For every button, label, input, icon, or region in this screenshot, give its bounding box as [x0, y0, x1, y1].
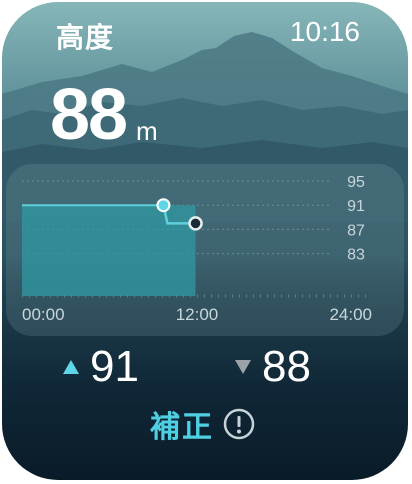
- max-altitude-stat: 91: [62, 342, 139, 392]
- triangle-down-icon: [235, 360, 251, 374]
- info-icon[interactable]: [222, 407, 256, 441]
- watch-screen: 高度 10:16 88 m 95 91 87 83 00:00 12:00 24:00 91…: [2, 2, 408, 480]
- x-tick-label: 24:00: [329, 305, 372, 324]
- max-altitude-value: 91: [90, 342, 139, 391]
- calibrate-button[interactable]: 補正: [150, 402, 256, 446]
- altitude-value: 88: [50, 75, 128, 155]
- clock-time: 10:16: [289, 16, 360, 47]
- y-tick-label: 83: [347, 247, 365, 264]
- y-tick-label: 95: [347, 174, 365, 191]
- x-tick-label: 00:00: [22, 305, 65, 324]
- current-point-marker: [188, 216, 203, 231]
- altitude-chart-card: 95 91 87 83 00:00 12:00 24:00: [6, 164, 404, 336]
- calibrate-label: 補正: [150, 410, 214, 445]
- altitude-area: [22, 205, 196, 296]
- y-tick-label: 87: [347, 222, 365, 239]
- altitude-chart: 95 91 87 83 00:00 12:00 24:00: [22, 174, 372, 324]
- triangle-up-icon: [63, 360, 79, 374]
- x-tick-label: 12:00: [176, 305, 219, 324]
- altitude-unit: m: [136, 116, 158, 146]
- min-altitude-stat: 88: [234, 342, 311, 392]
- max-point-marker: [156, 198, 171, 213]
- screen-title: 高度: [56, 21, 115, 54]
- min-altitude-value: 88: [262, 342, 311, 391]
- y-tick-label: 91: [347, 198, 365, 215]
